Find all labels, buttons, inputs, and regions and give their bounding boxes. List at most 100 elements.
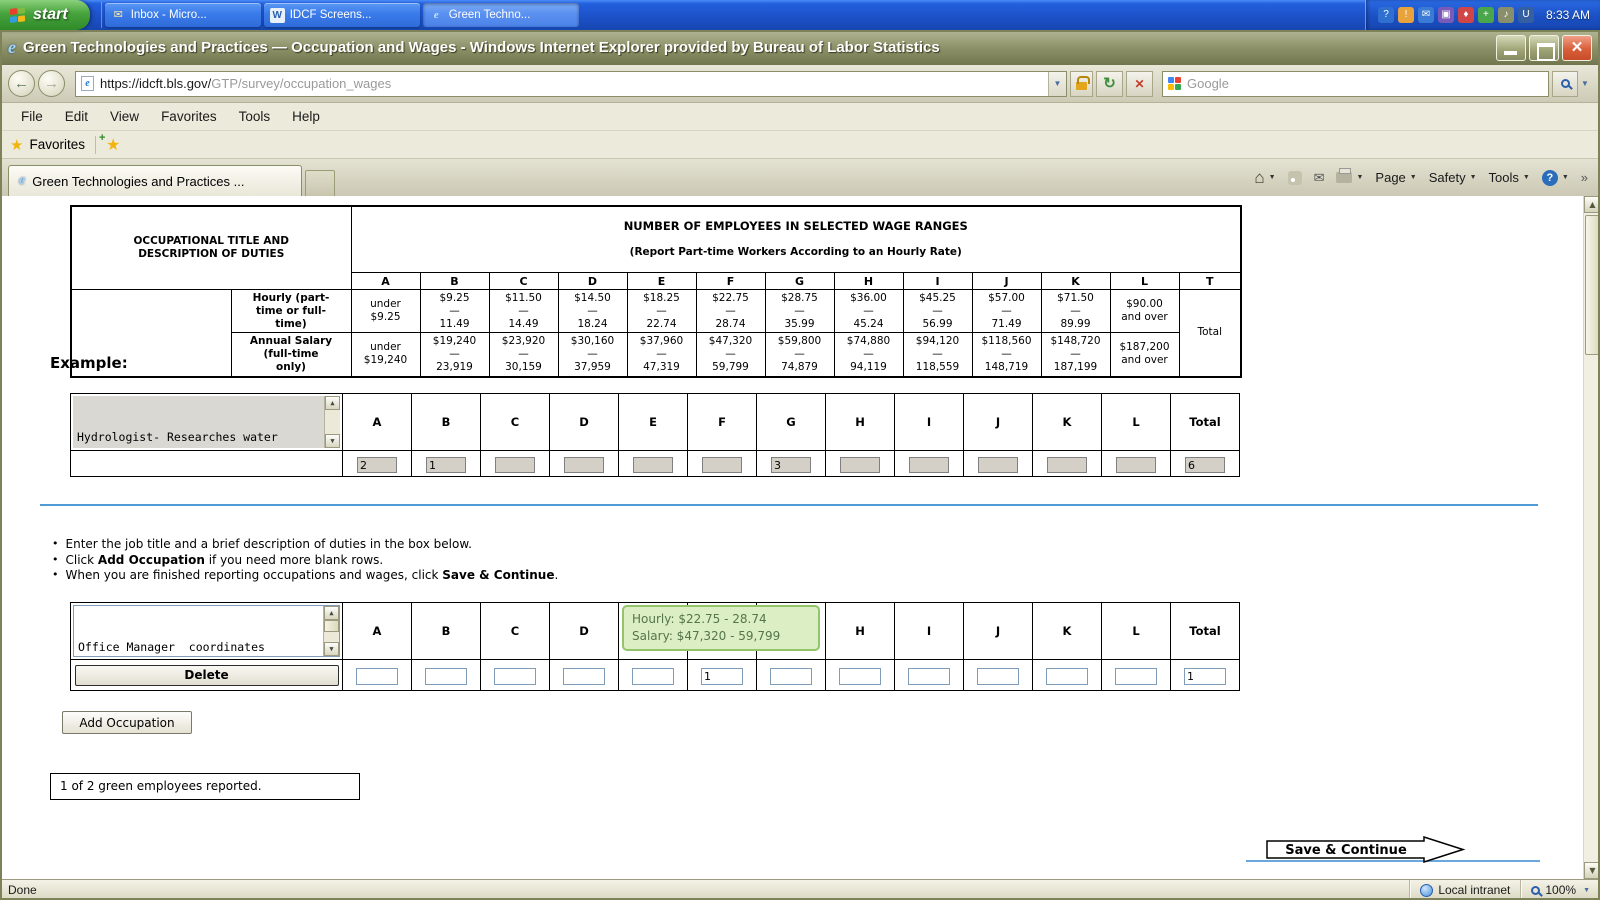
scroll-down-icon[interactable]: ▼ bbox=[1584, 862, 1600, 879]
hourly-range-H: $36.00 — 45.24 bbox=[834, 290, 903, 333]
search-button[interactable] bbox=[1552, 71, 1578, 97]
entry-textarea-scrollbar[interactable]: ▲ ▼ bbox=[323, 606, 339, 656]
menu-tools[interactable]: Tools bbox=[228, 105, 282, 128]
address-input[interactable]: e https://idcft.bls.gov/ GTP/survey/occu… bbox=[75, 71, 1067, 97]
entry-input-J[interactable] bbox=[977, 668, 1019, 685]
print-button[interactable]: ▼ bbox=[1336, 172, 1363, 183]
save-continue-button[interactable]: Save & Continue bbox=[1266, 836, 1466, 863]
outlook-mail-icon: ✉ bbox=[111, 8, 126, 23]
entry-col-D: D bbox=[550, 603, 619, 660]
new-tab-button[interactable] bbox=[305, 170, 335, 196]
home-button[interactable]: ⌂▼ bbox=[1254, 168, 1275, 188]
search-box[interactable]: Google bbox=[1162, 71, 1549, 97]
tray-antivirus-icon[interactable]: ♦ bbox=[1458, 7, 1474, 23]
scroll-down-icon: ▼ bbox=[325, 434, 340, 448]
document-icon: W bbox=[270, 8, 285, 23]
security-lock-button[interactable] bbox=[1070, 71, 1093, 97]
scrollbar-thumb[interactable] bbox=[324, 620, 339, 632]
example-col-J: J bbox=[964, 394, 1033, 451]
occupation-description-textarea[interactable]: Office Manager coordinates the recycling… bbox=[73, 605, 340, 657]
refresh-button[interactable]: ↻ bbox=[1096, 71, 1123, 97]
maximize-button[interactable] bbox=[1529, 35, 1559, 61]
scroll-up-icon[interactable]: ▲ bbox=[324, 606, 339, 620]
occupational-title-header: OCCUPATIONAL TITLE AND DESCRIPTION OF DU… bbox=[71, 206, 351, 290]
scrollbar-thumb[interactable] bbox=[1585, 215, 1600, 355]
salary-range-D: $30,160 — 37,959 bbox=[558, 333, 627, 377]
taskbar-item-idcf[interactable]: W IDCF Screens... bbox=[264, 3, 420, 27]
entry-input-G[interactable] bbox=[770, 668, 812, 685]
hourly-range-J: $57.00 — 71.49 bbox=[972, 290, 1041, 333]
minimize-button[interactable] bbox=[1496, 35, 1526, 61]
tray-alert-icon[interactable]: ! bbox=[1398, 7, 1414, 23]
help-icon: ? bbox=[1542, 170, 1558, 186]
tooltip-salary: Salary: $47,320 - 59,799 bbox=[632, 628, 810, 645]
taskbar-item-green-tech[interactable]: e Green Techno... bbox=[423, 3, 579, 27]
address-dropdown-icon[interactable]: ▼ bbox=[1048, 72, 1066, 96]
example-input-L bbox=[1116, 457, 1156, 473]
scroll-up-icon[interactable]: ▲ bbox=[1584, 196, 1600, 213]
entry-input-total[interactable] bbox=[1184, 668, 1226, 685]
security-zone: Local intranet bbox=[1409, 880, 1520, 900]
tray-vpn-icon[interactable]: U bbox=[1518, 7, 1534, 23]
entry-input-K[interactable] bbox=[1046, 668, 1088, 685]
hourly-range-A: under $9.25 bbox=[351, 290, 420, 333]
menu-edit[interactable]: Edit bbox=[54, 105, 99, 128]
safety-menu[interactable]: Safety▼ bbox=[1429, 170, 1477, 185]
entry-input-F[interactable] bbox=[701, 668, 743, 685]
entry-input-E[interactable] bbox=[632, 668, 674, 685]
hourly-row-label: Hourly (part- time or full- time) bbox=[231, 290, 351, 333]
tools-menu[interactable]: Tools▼ bbox=[1489, 170, 1530, 185]
overflow-chevron-icon[interactable]: » bbox=[1581, 170, 1588, 185]
progress-note: 1 of 2 green employees reported. bbox=[50, 773, 360, 800]
zoom-dropdown-icon[interactable]: ▼ bbox=[1583, 887, 1590, 894]
tray-mail-icon[interactable]: ✉ bbox=[1418, 7, 1434, 23]
tray-update-icon[interactable]: + bbox=[1478, 7, 1494, 23]
globe-icon bbox=[1420, 884, 1433, 897]
col-letter-T: T bbox=[1179, 273, 1241, 290]
add-occupation-button[interactable]: Add Occupation bbox=[62, 711, 192, 734]
entry-input-A[interactable] bbox=[356, 668, 398, 685]
add-favorite-icon[interactable]: ★ bbox=[106, 135, 120, 155]
read-mail-button[interactable]: ✉ bbox=[1314, 170, 1325, 186]
tray-help-icon[interactable]: ? bbox=[1378, 7, 1394, 23]
tab-title: Green Technologies and Practices ... bbox=[32, 174, 244, 189]
entry-input-H[interactable] bbox=[839, 668, 881, 685]
scroll-down-icon[interactable]: ▼ bbox=[324, 642, 339, 656]
forward-button[interactable]: → bbox=[38, 70, 65, 97]
start-button[interactable]: start bbox=[0, 0, 90, 30]
col-letter-G: G bbox=[765, 273, 834, 290]
search-options-icon[interactable]: ▼ bbox=[1578, 71, 1592, 97]
favorites-button[interactable]: ★ Favorites bbox=[10, 136, 85, 154]
taskbar-item-inbox[interactable]: ✉ Inbox - Micro... bbox=[105, 3, 261, 27]
screen: start ✉ Inbox - Micro... W IDCF Screens.… bbox=[0, 0, 1600, 900]
menu-favorites[interactable]: Favorites bbox=[150, 105, 228, 128]
feeds-button[interactable] bbox=[1288, 171, 1302, 185]
entry-input-C[interactable] bbox=[494, 668, 536, 685]
tab-green-technologies[interactable]: e Green Technologies and Practices ... bbox=[8, 165, 302, 196]
menu-view[interactable]: View bbox=[99, 105, 150, 128]
vertical-scrollbar[interactable]: ▲ ▼ bbox=[1583, 196, 1600, 879]
page-menu[interactable]: Page▼ bbox=[1375, 170, 1416, 185]
entry-input-B[interactable] bbox=[425, 668, 467, 685]
entry-input-I[interactable] bbox=[908, 668, 950, 685]
example-input-D bbox=[564, 457, 604, 473]
hourly-range-L: $90.00 and over bbox=[1110, 290, 1179, 333]
tray-volume-icon[interactable]: ♪ bbox=[1498, 7, 1514, 23]
example-col-D: D bbox=[550, 394, 619, 451]
example-input-E bbox=[633, 457, 673, 473]
menu-file[interactable]: File bbox=[10, 105, 54, 128]
stop-button[interactable]: ✕ bbox=[1126, 71, 1153, 97]
back-button[interactable]: ← bbox=[8, 70, 35, 97]
zoom-control[interactable]: 100% ▼ bbox=[1520, 880, 1600, 900]
zoom-level: 100% bbox=[1545, 883, 1576, 897]
entry-input-L[interactable] bbox=[1115, 668, 1157, 685]
tray-network-icon[interactable]: ▣ bbox=[1438, 7, 1454, 23]
wage-ranges-table: OCCUPATIONAL TITLE AND DESCRIPTION OF DU… bbox=[70, 205, 1242, 378]
help-button[interactable]: ?▼ bbox=[1542, 170, 1569, 186]
favorites-bar: ★ Favorites ★ bbox=[0, 131, 1600, 159]
entry-input-D[interactable] bbox=[563, 668, 605, 685]
delete-button[interactable]: Delete bbox=[75, 665, 339, 686]
col-letter-C: C bbox=[489, 273, 558, 290]
close-button[interactable]: ✕ bbox=[1562, 35, 1592, 61]
menu-help[interactable]: Help bbox=[281, 105, 331, 128]
